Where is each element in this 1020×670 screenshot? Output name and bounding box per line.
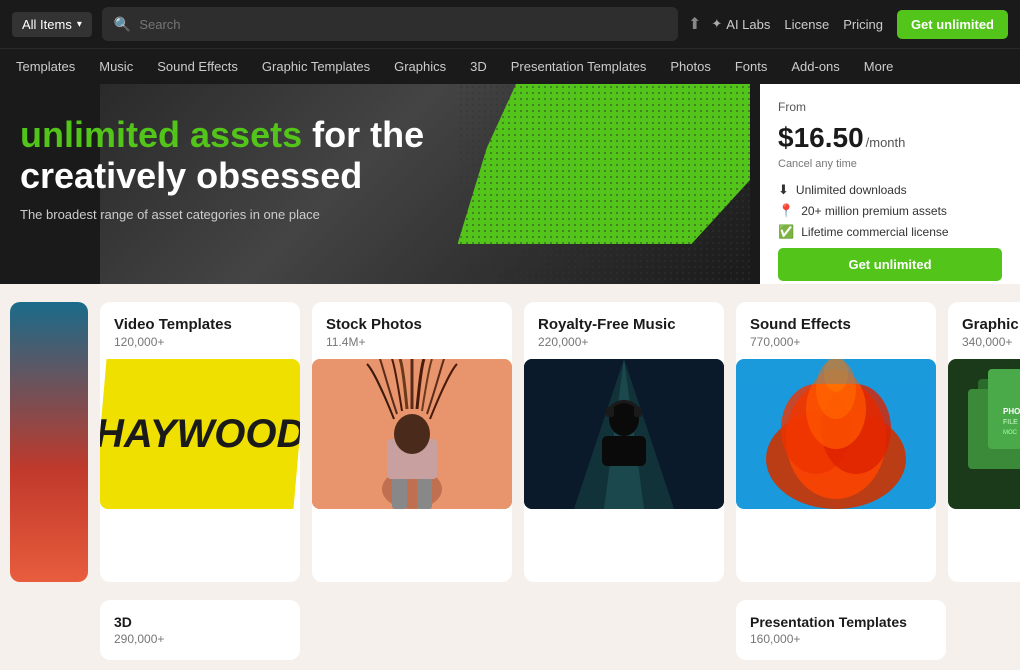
card-title: Graphic Templates (962, 316, 1020, 333)
partial-left-card[interactable] (10, 302, 88, 582)
card-inner: Sound Effects 770,000+ (736, 302, 936, 349)
music-image (524, 359, 724, 509)
card-count: 120,000+ (114, 335, 286, 349)
ai-labs-button[interactable]: ✦ AI Labs (711, 16, 770, 32)
card-inner: Royalty-Free Music 220,000+ (524, 302, 724, 349)
smoke-svg (736, 359, 936, 509)
main-content: Video Templates 120,000+ HAYWOOD Stock P… (0, 284, 1020, 600)
hero-title: unlimited assets for the creatively obse… (20, 114, 1000, 197)
card-count: 11.4M+ (326, 335, 498, 349)
svg-text:PHOTOS: PHOTOS (1003, 407, 1020, 416)
graphic-templates-image: PHOTOS FILE 05 MOC PHOTOS FILE 05 (948, 359, 1020, 509)
pricing-link[interactable]: Pricing (843, 17, 883, 32)
svg-text:MOC: MOC (1003, 430, 1018, 436)
subnav-item-3d[interactable]: 3D (458, 49, 499, 85)
hero-title-accent: unlimited assets (20, 114, 302, 155)
subnav-item-photos[interactable]: Photos (658, 49, 722, 85)
presentation-count: 160,000+ (750, 632, 932, 646)
all-items-label: All Items (22, 17, 72, 32)
search-bar: 🔍 (102, 7, 678, 41)
hero-section: unlimited assets for the creatively obse… (0, 84, 1020, 284)
psychedelic-text: HAYWOOD (100, 414, 300, 454)
music-silhouette (524, 359, 724, 509)
subnav-item-addons[interactable]: Add-ons (779, 49, 851, 85)
card-title: Sound Effects (750, 316, 922, 333)
card-inner: Graphic Templates 340,000+ (948, 302, 1020, 349)
svg-text:FILE 05: FILE 05 (1003, 419, 1020, 426)
3d-title: 3D (114, 614, 286, 630)
presentation-title: Presentation Templates (750, 614, 932, 630)
topbar: All Items ▾ 🔍 ⬆ ✦ AI Labs License Pricin… (0, 0, 1020, 48)
card-count: 340,000+ (962, 335, 1020, 349)
ai-icon: ✦ (711, 16, 722, 32)
music-card[interactable]: Royalty-Free Music 220,000+ (524, 302, 724, 582)
topbar-right: ✦ AI Labs License Pricing Get unlimited (711, 10, 1008, 39)
hero-subtitle: The broadest range of asset categories i… (20, 207, 1000, 222)
video-templates-image: HAYWOOD (100, 359, 300, 509)
stock-photos-card[interactable]: Stock Photos 11.4M+ (312, 302, 512, 582)
card-inner: Video Templates 120,000+ (100, 302, 300, 349)
hair-svg (312, 359, 512, 509)
search-input[interactable] (139, 17, 666, 32)
sound-effects-card[interactable]: Sound Effects 770,000+ (736, 302, 936, 582)
hero-content: unlimited assets for the creatively obse… (0, 84, 1020, 284)
subnav-item-graphic-templates[interactable]: Graphic Templates (250, 49, 382, 85)
subnav-item-sound-effects[interactable]: Sound Effects (145, 49, 250, 85)
graphic-svg: PHOTOS FILE 05 MOC PHOTOS FILE 05 (948, 359, 1020, 509)
card-title: Royalty-Free Music (538, 316, 710, 333)
search-icon: 🔍 (114, 16, 131, 33)
presentation-templates-card[interactable]: Presentation Templates 160,000+ (736, 600, 946, 660)
hair-figure (312, 359, 512, 509)
hero-title-rest: for the (302, 114, 424, 155)
subnav-item-music[interactable]: Music (87, 49, 145, 85)
subnav-item-presentation-templates[interactable]: Presentation Templates (499, 49, 659, 85)
bottom-spacer2 (312, 600, 512, 660)
music-svg (524, 359, 724, 509)
video-templates-card[interactable]: Video Templates 120,000+ HAYWOOD (100, 302, 300, 582)
bottom-spacer (10, 600, 88, 660)
card-count: 220,000+ (538, 335, 710, 349)
card-inner: Stock Photos 11.4M+ (312, 302, 512, 349)
get-unlimited-button[interactable]: Get unlimited (897, 10, 1008, 39)
psychedelic-image: HAYWOOD (100, 359, 300, 509)
ai-labs-label: AI Labs (726, 17, 770, 32)
bottom-spacer3 (524, 600, 724, 660)
3d-count: 290,000+ (114, 632, 286, 646)
subnav-item-fonts[interactable]: Fonts (723, 49, 780, 85)
upload-icon[interactable]: ⬆ (688, 14, 701, 34)
license-link[interactable]: License (784, 17, 829, 32)
card-title: Video Templates (114, 316, 286, 333)
sound-effects-image (736, 359, 936, 509)
bottom-row: 3D 290,000+ Presentation Templates 160,0… (0, 600, 1020, 670)
subnav-item-templates[interactable]: Templates (4, 49, 87, 85)
card-title: Stock Photos (326, 316, 498, 333)
graphic-templates-card[interactable]: Graphic Templates 340,000+ PHOTOS FILE 0… (948, 302, 1020, 582)
all-items-button[interactable]: All Items ▾ (12, 12, 92, 37)
subnav-item-more[interactable]: More (852, 49, 906, 85)
stock-photos-image (312, 359, 512, 509)
subnav: Templates Music Sound Effects Graphic Te… (0, 48, 1020, 84)
card-count: 770,000+ (750, 335, 922, 349)
partial-card-image (10, 302, 88, 582)
subnav-item-graphics[interactable]: Graphics (382, 49, 458, 85)
hero-title-line2: creatively obsessed (20, 155, 362, 196)
3d-card[interactable]: 3D 290,000+ (100, 600, 300, 660)
chevron-down-icon: ▾ (77, 19, 82, 30)
